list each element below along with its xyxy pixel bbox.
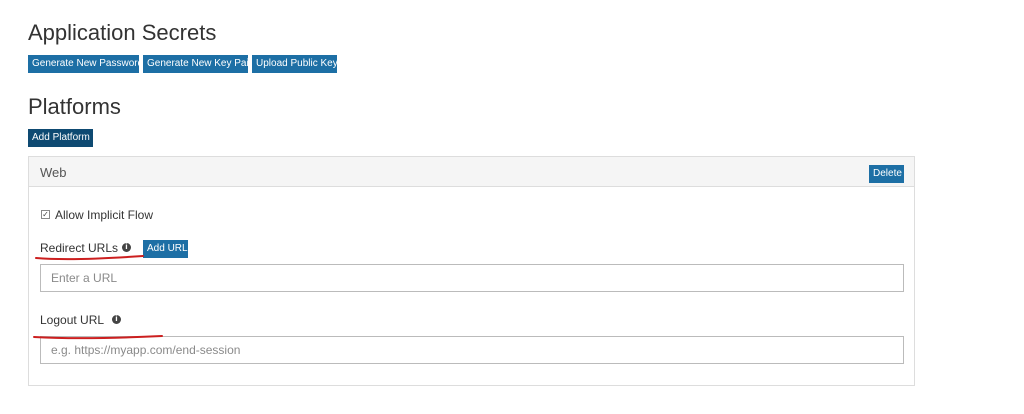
- logout-url-underline: [33, 335, 163, 340]
- red-underline-annotations: [33, 255, 163, 340]
- redirect-urls-underline: [35, 255, 144, 261]
